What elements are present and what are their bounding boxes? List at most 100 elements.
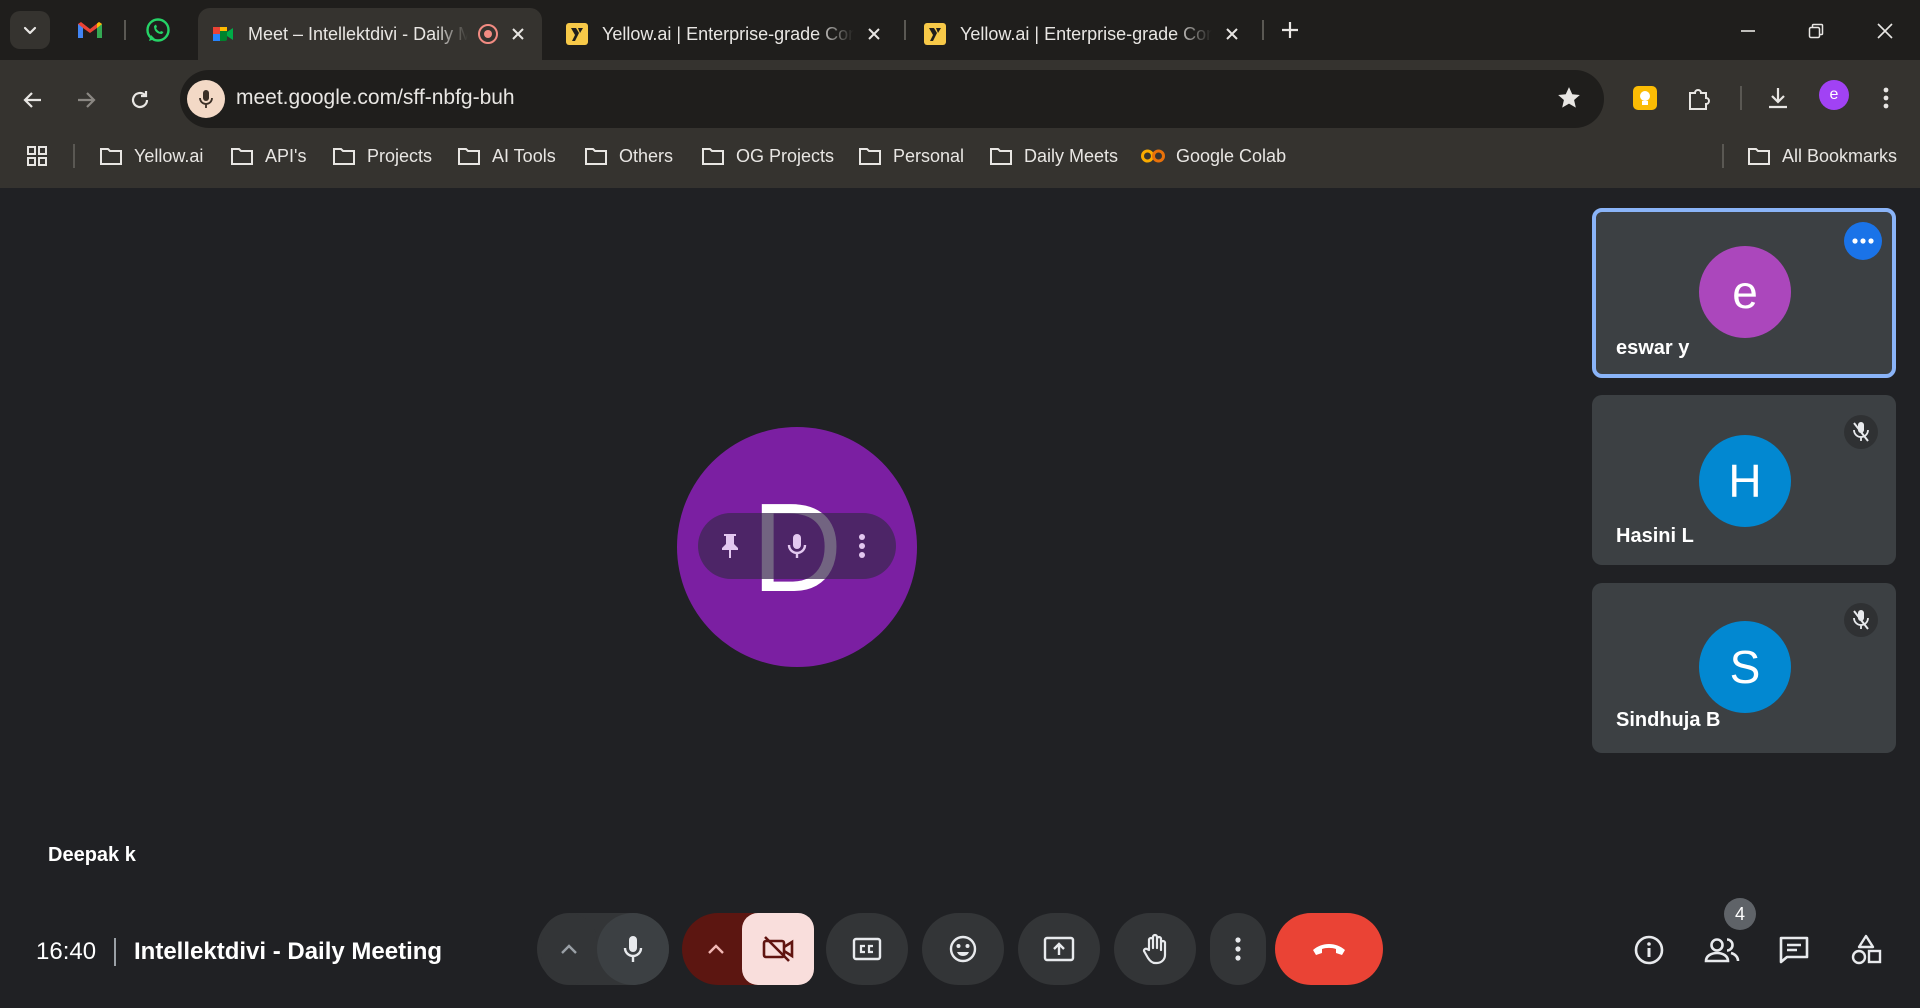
- chevron-up-icon: [560, 943, 578, 955]
- bookmark-label: Others: [619, 145, 674, 166]
- bookmark-label: Projects: [367, 145, 433, 166]
- apps-button[interactable]: [26, 136, 48, 176]
- participant-count-badge: 4: [1724, 898, 1756, 930]
- tile-options-button[interactable]: [1844, 222, 1882, 260]
- meeting-details-button[interactable]: [1627, 928, 1671, 972]
- restore-button[interactable]: [1799, 14, 1833, 48]
- camera-toggle-button[interactable]: [742, 913, 814, 985]
- pinned-tab-gmail[interactable]: [72, 12, 108, 48]
- puzzle-icon: [1686, 85, 1712, 111]
- emoji-icon: [948, 934, 978, 964]
- activities-button[interactable]: [1844, 928, 1888, 972]
- tab-meet[interactable]: Meet – Intellektdivi - Daily Meeting: [198, 8, 542, 60]
- minimize-button[interactable]: [1731, 14, 1765, 48]
- avatar: S: [1699, 621, 1791, 713]
- mute-participant-button[interactable]: [779, 528, 815, 564]
- audio-settings-button[interactable]: [541, 913, 597, 985]
- more-vert-icon: [1883, 87, 1889, 109]
- participant-name: Hasini L: [1616, 525, 1694, 547]
- captions-button[interactable]: [826, 913, 908, 985]
- people-button[interactable]: [1700, 928, 1744, 972]
- folder-icon: [98, 145, 124, 167]
- bookmark-label: OG Projects: [736, 145, 835, 166]
- tab-search-button[interactable]: [10, 11, 50, 49]
- extension-keep-button[interactable]: [1625, 78, 1665, 118]
- close-tab-icon[interactable]: [508, 24, 528, 44]
- profile-avatar[interactable]: e: [1819, 80, 1849, 110]
- meeting-title: Intellektdivi - Daily Meeting: [134, 938, 443, 965]
- participant-tile-sindhuja[interactable]: S Sindhuja B: [1592, 583, 1896, 753]
- more-vert-icon: [1235, 937, 1241, 961]
- bookmark-folder-ai-tools[interactable]: AI Tools: [456, 136, 556, 176]
- more-options-button[interactable]: [1210, 913, 1266, 985]
- downloads-button[interactable]: [1758, 78, 1798, 118]
- bookmark-folder-daily-meets[interactable]: Daily Meets: [988, 136, 1118, 176]
- bookmark-label: Yellow.ai: [134, 145, 204, 166]
- folder-icon: [988, 145, 1014, 167]
- close-window-button[interactable]: [1868, 14, 1902, 48]
- participant-tile-eswar[interactable]: e eswar y: [1592, 208, 1896, 378]
- recording-indicator-icon: [478, 24, 498, 44]
- colab-icon: [1140, 145, 1166, 167]
- more-horiz-icon: [1852, 238, 1874, 244]
- tab-yellow-ai-2[interactable]: Yellow.ai | Enterprise-grade Conversatio…: [910, 8, 1256, 60]
- bookmark-folder-yellow-ai[interactable]: Yellow.ai: [98, 136, 203, 176]
- bookmark-label: Personal: [893, 145, 965, 166]
- tab-title: Yellow.ai | Enterprise-grade Conversatio…: [960, 23, 1212, 44]
- present-screen-button[interactable]: [1018, 913, 1100, 985]
- reactions-button[interactable]: [922, 913, 1004, 985]
- folder-icon: [331, 145, 357, 167]
- folder-icon: [583, 145, 609, 167]
- present-icon: [1043, 936, 1075, 962]
- download-icon: [1765, 85, 1791, 111]
- avatar: H: [1699, 435, 1791, 527]
- bookmark-folder-og-projects[interactable]: OG Projects: [700, 136, 834, 176]
- hand-icon: [1141, 933, 1169, 965]
- tab-title: Meet – Intellektdivi - Daily Meeting: [248, 23, 468, 44]
- closed-captions-icon: [852, 937, 882, 961]
- all-bookmarks-label: All Bookmarks: [1782, 145, 1898, 166]
- close-tab-icon[interactable]: [864, 24, 884, 44]
- bookmark-folder-apis[interactable]: API's: [229, 136, 306, 176]
- microphone-button[interactable]: [597, 913, 669, 985]
- leave-call-button[interactable]: [1275, 913, 1383, 985]
- bookmark-folder-others[interactable]: Others: [583, 136, 673, 176]
- reload-icon: [129, 89, 151, 111]
- restore-icon: [1808, 23, 1824, 39]
- main-speaker-name: Deepak k: [48, 844, 136, 866]
- browser-menu-button[interactable]: [1866, 78, 1906, 118]
- address-bar[interactable]: meet.google.com/sff-nbfg-buh: [180, 70, 1604, 128]
- pin-button[interactable]: [712, 528, 748, 564]
- microphone-icon: [622, 934, 644, 964]
- gmail-icon: [77, 20, 103, 40]
- bookmark-google-colab[interactable]: Google Colab: [1140, 136, 1286, 176]
- microphone-in-use-icon[interactable]: [187, 80, 225, 118]
- mic-off-icon: [1852, 609, 1870, 631]
- extensions-button[interactable]: [1679, 78, 1719, 118]
- bookmark-folder-projects[interactable]: Projects: [331, 136, 432, 176]
- reload-button[interactable]: [120, 80, 160, 120]
- pin-icon: [719, 532, 741, 560]
- raise-hand-button[interactable]: [1114, 913, 1196, 985]
- bookmark-label: Google Colab: [1176, 145, 1287, 166]
- participant-tile-hasini[interactable]: H Hasini L: [1592, 395, 1896, 565]
- people-icon: [1704, 936, 1740, 964]
- pinned-tab-whatsapp[interactable]: [140, 12, 176, 48]
- arrow-right-icon: [75, 89, 97, 111]
- bookmark-star-icon[interactable]: [1556, 85, 1582, 111]
- forward-button[interactable]: [66, 80, 106, 120]
- bookmark-folder-personal[interactable]: Personal: [857, 136, 964, 176]
- chat-button[interactable]: [1772, 928, 1816, 972]
- participant-name: Sindhuja B: [1616, 709, 1721, 731]
- videocam-off-icon: [761, 935, 795, 963]
- back-button[interactable]: [13, 80, 53, 120]
- whatsapp-icon: [145, 17, 171, 43]
- close-tab-icon[interactable]: [1222, 24, 1242, 44]
- new-tab-button[interactable]: [1276, 16, 1304, 44]
- folder-icon: [857, 145, 883, 167]
- activities-icon: [1850, 934, 1882, 966]
- participant-options-button[interactable]: [844, 528, 880, 564]
- tab-yellow-ai-1[interactable]: Yellow.ai | Enterprise-grade Conversatio…: [552, 8, 898, 60]
- all-bookmarks-button[interactable]: All Bookmarks: [1746, 136, 1897, 176]
- video-settings-button[interactable]: [688, 913, 744, 985]
